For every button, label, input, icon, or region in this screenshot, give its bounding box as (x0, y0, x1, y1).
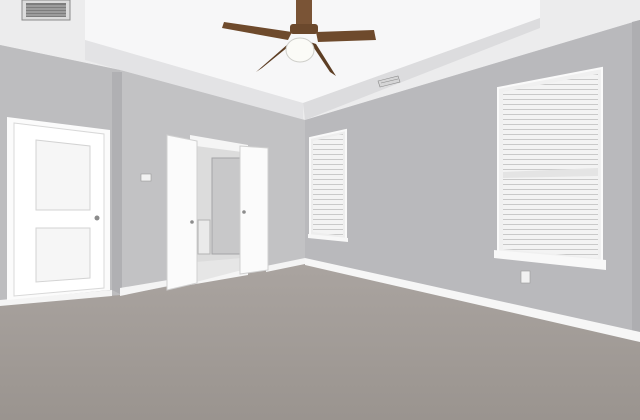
wall-column (112, 72, 122, 295)
ceiling-vent (21, 0, 71, 21)
left-door-leaf[interactable] (166, 134, 198, 291)
bathroom-vanity (197, 219, 211, 255)
door-knob[interactable] (94, 215, 100, 221)
fan-blade-right (316, 30, 376, 42)
entry-door[interactable] (7, 117, 110, 300)
window-right (494, 66, 606, 270)
door-panel-bottom (35, 227, 91, 283)
wall-outlet[interactable] (520, 270, 531, 284)
bedroom-scene (0, 0, 640, 420)
right-door-knob[interactable] (242, 210, 246, 214)
window-left (308, 128, 348, 242)
right-wall-edge (632, 20, 640, 360)
left-door-knob[interactable] (190, 220, 194, 224)
fan-light (285, 37, 315, 63)
light-switch[interactable] (140, 173, 152, 182)
double-doors-to-bathroom[interactable] (166, 134, 269, 291)
bathroom-mirror (211, 157, 241, 255)
right-door-leaf[interactable] (239, 145, 269, 275)
door-panel-top (35, 139, 91, 211)
